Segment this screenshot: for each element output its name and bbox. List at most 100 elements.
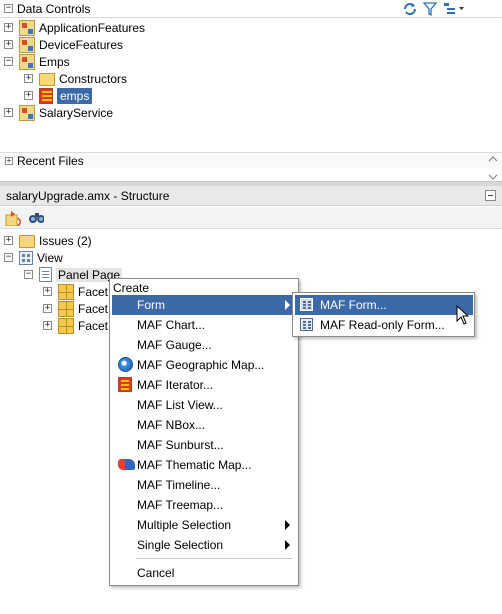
synchronize-icon[interactable] xyxy=(5,210,21,226)
expand-icon[interactable]: + xyxy=(5,157,13,165)
menu-item-label: MAF Chart... xyxy=(137,318,206,332)
menu-item-label: MAF Iterator... xyxy=(137,378,214,392)
expand-icon[interactable]: + xyxy=(4,236,13,245)
menu-item-label: MAF Treemap... xyxy=(137,498,224,512)
menu-item-label: MAF NBox... xyxy=(137,418,206,432)
tree-item-label: Facet xyxy=(78,318,109,333)
menu-item-maf-gauge[interactable]: MAF Gauge... xyxy=(112,335,296,355)
menu-item-label: MAF Timeline... xyxy=(137,478,221,492)
menu-item-multiple-selection[interactable]: Multiple Selection xyxy=(112,515,296,535)
folder-icon xyxy=(39,73,55,86)
menu-item-maf-treemap[interactable]: MAF Treemap... xyxy=(112,495,296,515)
mouse-cursor-icon xyxy=(456,305,470,325)
tree-item-salary-service[interactable]: + SalaryService xyxy=(4,104,113,121)
collapse-icon[interactable]: − xyxy=(24,270,33,279)
expand-icon[interactable]: + xyxy=(43,287,52,296)
tree-item-view[interactable]: − View xyxy=(4,249,63,266)
form-submenu: MAF Form... MAF Read-only Form... xyxy=(292,292,475,337)
expand-icon[interactable]: + xyxy=(24,74,33,83)
menu-item-maf-list-view[interactable]: MAF List View... xyxy=(112,395,296,415)
tree-item-facet[interactable]: + Facet xyxy=(43,317,108,334)
submenu-item-maf-read-only-form[interactable]: MAF Read-only Form... xyxy=(295,315,473,335)
tree-item-label: Constructors xyxy=(59,71,128,86)
tree-item-device-features[interactable]: + DeviceFeatures xyxy=(4,36,123,53)
facet-icon xyxy=(58,317,74,334)
data-controls-header: − Data Controls xyxy=(0,0,502,18)
menu-item-label: Single Selection xyxy=(137,538,224,552)
collapse-panel-icon[interactable]: − xyxy=(4,4,13,13)
menu-item-maf-timeline[interactable]: MAF Timeline... xyxy=(112,475,296,495)
tree-item-label: ApplicationFeatures xyxy=(39,20,146,35)
tree-item-constructors[interactable]: + Constructors xyxy=(24,70,127,87)
menu-item-label: MAF Thematic Map... xyxy=(137,458,252,472)
recent-files-bar[interactable]: + Recent Files xyxy=(0,152,502,168)
collection-icon xyxy=(39,87,53,104)
find-icon[interactable] xyxy=(28,210,44,226)
submenu-arrow-icon xyxy=(285,540,290,550)
structure-toolbar xyxy=(0,207,502,229)
collapse-icon[interactable]: − xyxy=(4,57,13,66)
menu-item-maf-geographic-map[interactable]: MAF Geographic Map... xyxy=(112,355,296,375)
tree-item-label: Facet xyxy=(78,284,109,299)
expand-icon[interactable]: + xyxy=(43,304,52,313)
data-control-icon xyxy=(19,104,35,121)
form-icon xyxy=(300,318,313,331)
submenu-item-label: MAF Read-only Form... xyxy=(320,318,445,332)
tree-item-facet[interactable]: + Facet xyxy=(43,283,108,300)
expand-icon[interactable]: + xyxy=(43,321,52,330)
iterator-icon xyxy=(118,377,132,392)
menu-item-label: MAF Sunburst... xyxy=(137,438,224,452)
scroll-arrows-icon[interactable] xyxy=(488,155,498,181)
expand-icon[interactable]: + xyxy=(4,23,13,32)
data-control-icon xyxy=(19,19,35,36)
submenu-arrow-icon xyxy=(285,520,290,530)
tree-item-label: Issues (2) xyxy=(39,233,92,248)
tree-item-label: DeviceFeatures xyxy=(39,37,124,52)
tree-item-label: SalaryService xyxy=(39,105,114,120)
data-control-icon xyxy=(19,36,35,53)
menu-item-form[interactable]: Form xyxy=(112,295,296,315)
tree-item-label: Facet xyxy=(78,301,109,316)
data-controls-title: Data Controls xyxy=(17,2,91,16)
menu-item-cancel[interactable]: Cancel xyxy=(112,563,296,583)
recent-files-label: Recent Files xyxy=(17,154,84,168)
globe-icon xyxy=(118,357,133,372)
menu-item-single-selection[interactable]: Single Selection xyxy=(112,535,296,555)
tree-item-label: Emps xyxy=(39,54,70,69)
minimize-panel-icon[interactable] xyxy=(485,190,496,201)
page-icon xyxy=(39,267,52,282)
data-controls-panel: − Data Controls + ApplicationFeatures + … xyxy=(0,0,502,182)
expand-icon[interactable]: + xyxy=(4,108,13,117)
menu-item-label: Form xyxy=(137,298,165,312)
tree-item-label-selected: emps xyxy=(57,87,93,104)
collapse-icon[interactable]: − xyxy=(4,253,13,262)
tree-item-emps[interactable]: − Emps xyxy=(4,53,70,70)
submenu-item-label: MAF Form... xyxy=(320,298,387,312)
tree-item-issues[interactable]: + Issues (2) xyxy=(4,232,92,249)
menu-item-maf-iterator[interactable]: MAF Iterator... xyxy=(112,375,296,395)
expand-icon[interactable]: + xyxy=(24,91,33,100)
thematic-map-icon xyxy=(118,459,135,470)
menu-item-label: MAF Gauge... xyxy=(137,338,212,352)
form-icon xyxy=(300,298,313,311)
view-icon xyxy=(19,250,33,265)
facet-icon xyxy=(58,300,74,317)
menu-item-maf-chart[interactable]: MAF Chart... xyxy=(112,315,296,335)
tree-item-panel-page[interactable]: − Panel Page xyxy=(24,266,123,283)
issues-folder-icon xyxy=(19,235,35,248)
view-options-icon[interactable] xyxy=(443,2,465,16)
menu-item-maf-thematic-map[interactable]: MAF Thematic Map... xyxy=(112,455,296,475)
menu-item-maf-sunburst[interactable]: MAF Sunburst... xyxy=(112,435,296,455)
menu-item-label: MAF List View... xyxy=(137,398,223,412)
filter-icon[interactable] xyxy=(423,2,437,16)
submenu-arrow-icon xyxy=(285,300,290,310)
menu-item-label: MAF Geographic Map... xyxy=(137,358,265,372)
submenu-item-maf-form[interactable]: MAF Form... xyxy=(295,295,473,315)
tree-item-emps-collection[interactable]: + emps xyxy=(24,87,93,104)
context-menu: Create Form MAF Chart... MAF Gauge... MA… xyxy=(109,278,299,586)
menu-item-maf-nbox[interactable]: MAF NBox... xyxy=(112,415,296,435)
expand-icon[interactable]: + xyxy=(4,40,13,49)
tree-item-application-features[interactable]: + ApplicationFeatures xyxy=(4,19,145,36)
tree-item-facet[interactable]: + Facet xyxy=(43,300,108,317)
refresh-icon[interactable] xyxy=(402,2,418,16)
